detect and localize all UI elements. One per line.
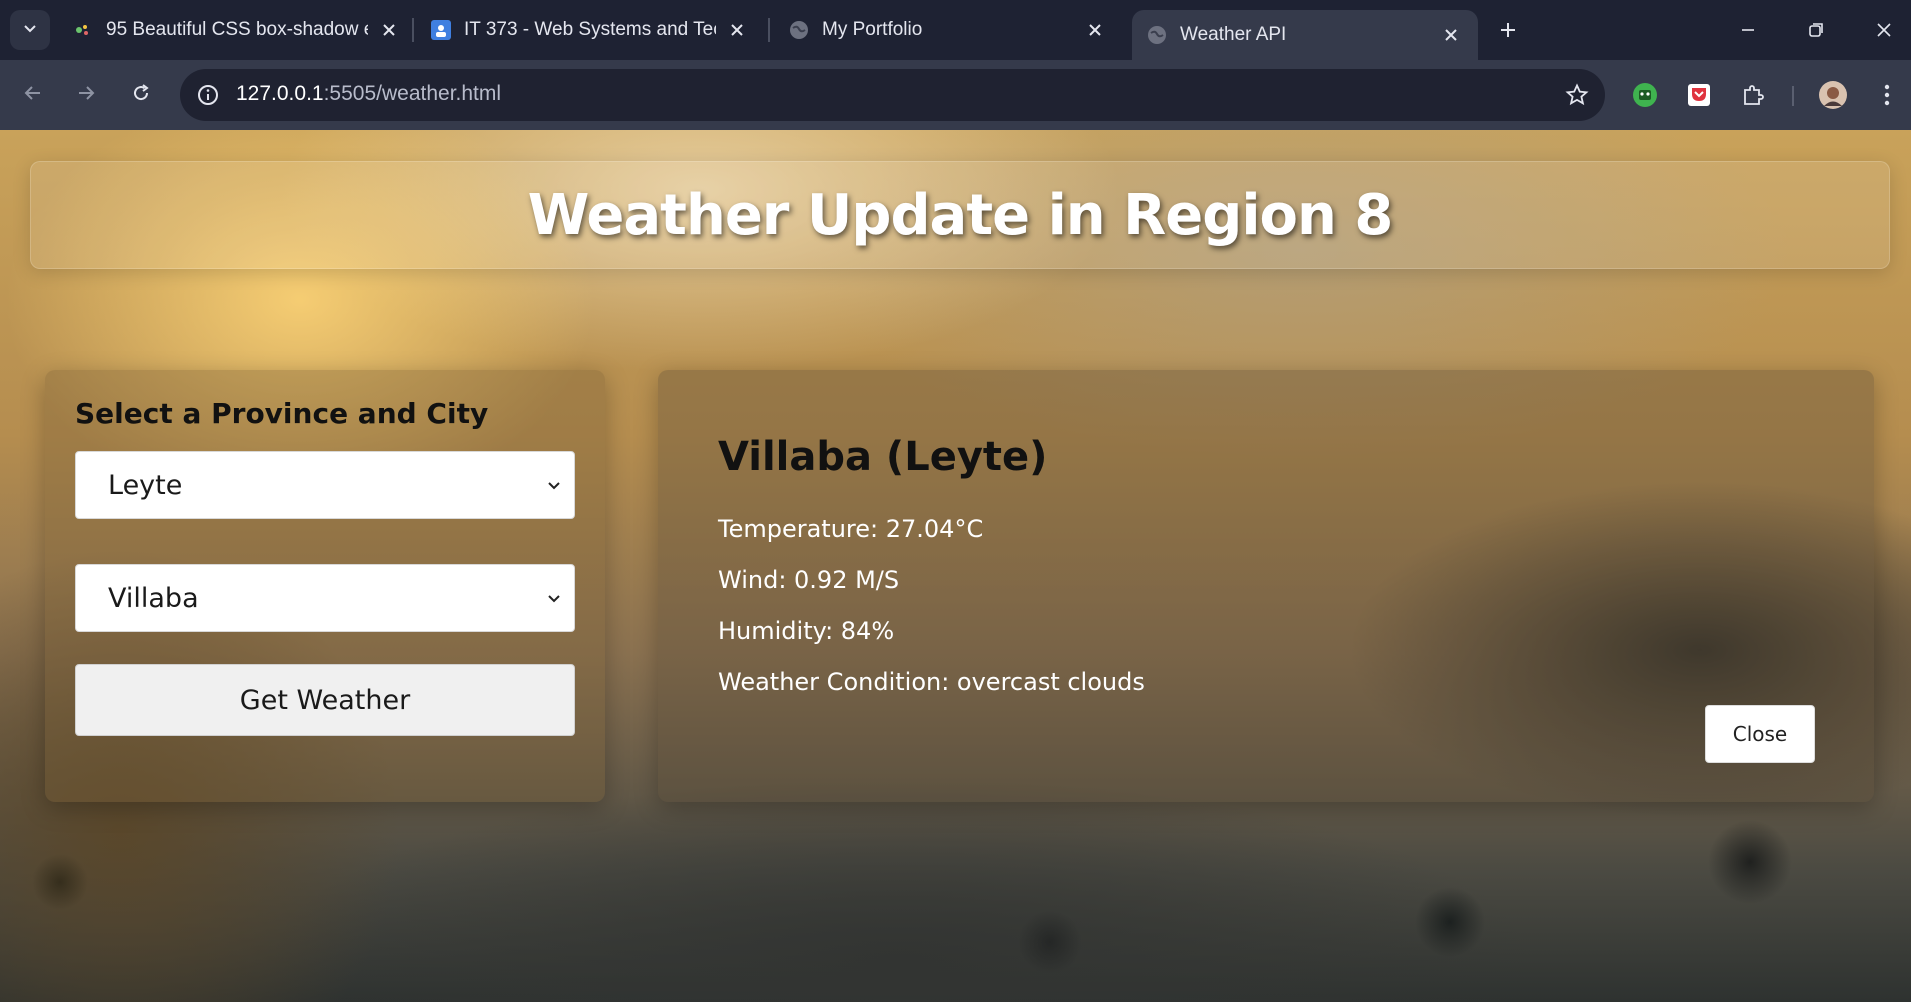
result-location: Villaba (Leyte) [718,434,1048,480]
page-title: Weather Update in Region 8 [527,182,1394,248]
tab-title: My Portfolio [822,19,923,40]
profile-avatar[interactable] [1816,78,1850,112]
toolbar-separator [1792,86,1794,106]
city-select[interactable]: Villaba [75,564,575,632]
province-select[interactable]: Leyte [75,451,575,519]
wind-text: Wind: 0.92 M/S [718,566,900,594]
address-bar[interactable]: 127.0.0.1:5505/weather.html [180,69,1605,121]
tab-title: IT 373 - Web Systems and Techn [464,19,716,40]
city-value: Villaba [108,582,199,614]
extension-pocket-icon[interactable] [1682,78,1716,112]
new-tab-button[interactable] [1493,15,1523,45]
tab-css-box-shadow[interactable]: 95 Beautiful CSS box-shadow e [72,10,402,50]
condition-text: Weather Condition: overcast clouds [718,668,1145,696]
classroom-favicon-icon [430,19,452,41]
tab-separator [412,18,414,42]
extensions-puzzle-icon[interactable] [1736,78,1770,112]
url-host: 127.0.0.1 [236,82,324,105]
select-heading: Select a Province and City [75,397,489,430]
restore-icon[interactable] [1798,12,1834,48]
tab-separator [768,18,770,42]
humidity-text: Humidity: 84% [718,617,895,645]
background-scenery [0,802,1911,1002]
back-button[interactable] [15,77,51,113]
tab-it373[interactable]: IT 373 - Web Systems and Techn [430,10,750,50]
site-info-icon[interactable] [194,81,222,109]
globe-favicon-icon [1146,24,1168,46]
close-button[interactable]: Close [1705,705,1815,763]
province-value: Leyte [108,469,183,501]
tab-title: 95 Beautiful CSS box-shadow e [106,19,368,40]
reload-button[interactable] [123,77,159,113]
arrow-right-icon [76,83,96,107]
close-window-icon[interactable] [1866,12,1902,48]
chevron-down-icon [542,587,566,611]
chevron-down-icon [542,474,566,498]
temperature-text: Temperature: 27.04°C [718,515,984,543]
location-select-card: Select a Province and City Leyte Villaba… [45,370,605,802]
tab-strip: 95 Beautiful CSS box-shadow e IT 373 - W… [0,0,1911,60]
url-path: :5505/weather.html [323,82,502,105]
close-tab-icon[interactable] [1082,17,1108,43]
globe-favicon-icon [788,19,810,41]
css-favicon-icon [72,19,94,41]
weather-page: Weather Update in Region 8 Select a Prov… [0,130,1911,1002]
close-tab-icon[interactable] [376,17,402,43]
tab-my-portfolio[interactable]: My Portfolio [788,10,1108,50]
weather-result-card: Villaba (Leyte) Temperature: 27.04°C Win… [658,370,1874,802]
close-tab-icon[interactable] [724,17,750,43]
more-menu-icon[interactable] [1870,78,1904,112]
forward-button[interactable] [68,77,104,113]
close-tab-icon[interactable] [1438,22,1464,48]
chevron-down-icon [22,20,38,40]
bookmark-star-icon[interactable] [1563,81,1591,109]
reload-icon [131,83,151,107]
arrow-left-icon [23,83,43,107]
minimize-icon[interactable] [1730,12,1766,48]
header-card: Weather Update in Region 8 [30,161,1890,269]
browser-toolbar: 127.0.0.1:5505/weather.html [0,60,1911,130]
tab-weather-api[interactable]: Weather API [1132,10,1478,60]
get-weather-button[interactable]: Get Weather [75,664,575,736]
url-text[interactable]: 127.0.0.1:5505/weather.html [236,82,501,106]
tab-search-button[interactable] [10,10,50,50]
tab-title: Weather API [1180,24,1287,45]
extension-robot-icon[interactable] [1628,78,1662,112]
